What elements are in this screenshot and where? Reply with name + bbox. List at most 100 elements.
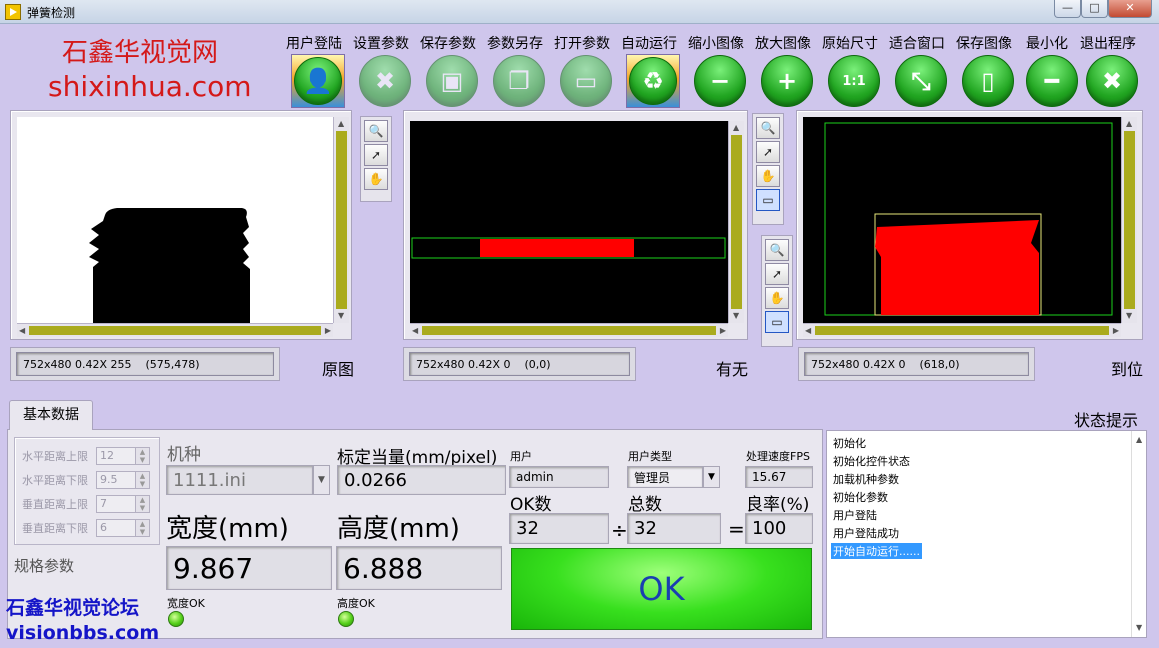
caption-position: 到位: [1111, 360, 1144, 379]
toolbar-button[interactable]: ❐: [491, 54, 547, 108]
equals-sign: =: [728, 517, 745, 541]
toolbar-button[interactable]: ▭: [558, 54, 614, 108]
pan-hand-icon[interactable]: ✋: [756, 165, 780, 187]
vertical-scrollbar[interactable]: ▲ ▼: [333, 117, 349, 323]
vertical-scrollbar[interactable]: ▲ ▼: [1131, 431, 1146, 637]
user-icon: 👤: [294, 57, 342, 105]
original-image[interactable]: [17, 117, 333, 323]
height-ok-label: 高度OK: [337, 597, 375, 610]
spinner-icon[interactable]: ▲ ▼: [136, 471, 150, 489]
user-field: admin: [509, 466, 609, 488]
chevron-down-icon[interactable]: ▼: [313, 465, 330, 495]
horizontal-scrollbar[interactable]: ◀ ▶: [803, 323, 1121, 337]
chevron-down-icon[interactable]: ▼: [703, 466, 720, 488]
log-line: 用户登陆成功: [833, 527, 899, 540]
toolbar-button[interactable]: ▣: [424, 54, 480, 108]
vertical-scrollbar[interactable]: ▲ ▼: [728, 121, 744, 323]
toolbar-label: 保存图像: [956, 36, 1012, 52]
toolbar-label: 保存参数: [420, 36, 476, 52]
maximize-window-button[interactable]: □: [1081, 0, 1108, 18]
forum-site: visionbbs.com: [6, 622, 160, 644]
vertical-scrollbar[interactable]: ▲ ▼: [1121, 117, 1137, 323]
toolbar-button[interactable]: ✖: [357, 54, 413, 108]
toolbar-label: 放大图像: [755, 36, 811, 52]
log-line: 初始化参数: [833, 491, 888, 504]
spec-row: 水平距离下限 9.5 ▲ ▼: [22, 470, 156, 490]
calib-field[interactable]: 0.0266: [337, 465, 506, 495]
presence-image[interactable]: [410, 121, 728, 323]
toolbar-button[interactable]: 1:1: [826, 54, 882, 108]
yield-field: 100: [745, 513, 813, 544]
status-log[interactable]: 初始化 初始化控件状态 加载机种参数 初始化参数 用户登陆 用户登陆成功 开始自…: [826, 430, 1147, 638]
pan-hand-icon[interactable]: ✋: [364, 168, 388, 190]
toolbar-button[interactable]: +: [759, 54, 815, 108]
ok-count-label: OK数: [510, 495, 552, 515]
toolbar-label: 适合窗口: [889, 36, 945, 52]
toolbar-button[interactable]: 👤: [290, 54, 346, 108]
toolbar-button[interactable]: ━: [1024, 54, 1080, 108]
minimize-window-button[interactable]: —: [1054, 0, 1081, 18]
display-original: ▲ ▼ ◀ ▶: [10, 110, 352, 340]
log-line: 初始化: [833, 437, 866, 450]
width-value: 9.867: [166, 546, 332, 590]
zoom-tool-icon[interactable]: 🔍: [756, 117, 780, 139]
save-image-icon: ▯: [962, 55, 1014, 107]
spec-input[interactable]: 6: [96, 519, 136, 537]
result-ok-panel: OK: [511, 548, 812, 630]
spinner-icon[interactable]: ▲ ▼: [136, 447, 150, 465]
close-window-button[interactable]: ✕: [1108, 0, 1152, 18]
toolbar-button[interactable]: ♻: [625, 54, 681, 108]
spec-input[interactable]: 12: [96, 447, 136, 465]
spec-input[interactable]: 9.5: [96, 471, 136, 489]
pointer-tool-icon[interactable]: ➚: [364, 144, 388, 166]
spec-params-caption: 规格参数: [14, 557, 75, 575]
position-image[interactable]: [803, 117, 1121, 323]
toolbar-label: 退出程序: [1080, 36, 1136, 52]
toolbar-button[interactable]: ▯: [960, 54, 1016, 108]
toolbar-label: 自动运行: [621, 36, 677, 52]
divide-sign: ÷: [611, 518, 628, 542]
exit-icon: ✖: [1086, 55, 1138, 107]
pointer-tool-icon[interactable]: ➚: [756, 141, 780, 163]
zoom-tool-icon[interactable]: 🔍: [765, 239, 789, 261]
window-title: 弹簧检测: [27, 6, 76, 20]
status-position: 752x480 0.42X 0 (618,0): [798, 347, 1035, 381]
tab-basic-data[interactable]: 基本数据: [9, 400, 93, 430]
spec-params-box: 水平距离上限 12 ▲ ▼ 水平距离下限 9.5 ▲ ▼ 垂直距离上限 7 ▲ ▼ 垂直距离下限 6…: [14, 437, 160, 545]
rectangle-tool-icon[interactable]: ▭: [756, 189, 780, 211]
log-line: 初始化控件状态: [833, 455, 910, 468]
toolbar-button[interactable]: ✖: [1084, 54, 1140, 108]
user-type-select[interactable]: 管理员: [627, 466, 703, 488]
zoom-in-icon: +: [761, 55, 813, 107]
model-select[interactable]: 1111.ini: [166, 465, 313, 495]
toolbar-label: 缩小图像: [688, 36, 744, 52]
horizontal-scrollbar[interactable]: ◀ ▶: [410, 323, 728, 337]
horizontal-scrollbar[interactable]: ◀ ▶: [17, 323, 333, 337]
spec-input[interactable]: 7: [96, 495, 136, 513]
caption-original: 原图: [322, 360, 355, 379]
user-label: 用户: [510, 450, 532, 463]
fps-label: 处理速度FPS: [746, 450, 810, 463]
toolbar-label: 用户登陆: [286, 36, 342, 52]
model-label: 机种: [167, 445, 201, 465]
spec-row: 垂直距离上限 7 ▲ ▼: [22, 494, 156, 514]
pointer-tool-icon[interactable]: ➚: [765, 263, 789, 285]
spinner-icon[interactable]: ▲ ▼: [136, 519, 150, 537]
zoom-tool-icon[interactable]: 🔍: [364, 120, 388, 142]
app-icon: [5, 4, 21, 20]
zoom-out-icon: −: [694, 55, 746, 107]
toolbar-button[interactable]: −: [692, 54, 748, 108]
pan-hand-icon[interactable]: ✋: [765, 287, 789, 309]
spinner-icon[interactable]: ▲ ▼: [136, 495, 150, 513]
spring-image: [89, 208, 250, 323]
height-value: 6.888: [336, 546, 502, 590]
copy-icon: ❐: [493, 55, 545, 107]
rectangle-tool-icon[interactable]: ▭: [765, 311, 789, 333]
toolbar-button[interactable]: ⤡: [893, 54, 949, 108]
minimize-icon: ━: [1026, 55, 1078, 107]
log-line-selected[interactable]: 开始自动运行......: [831, 543, 922, 559]
user-type-label: 用户类型: [628, 450, 672, 463]
display-presence: ▲ ▼ ◀ ▶: [403, 110, 748, 340]
display-tools-position: 🔍 ➚ ✋ ▭: [761, 235, 793, 347]
toolbar-label: 设置参数: [353, 36, 409, 52]
